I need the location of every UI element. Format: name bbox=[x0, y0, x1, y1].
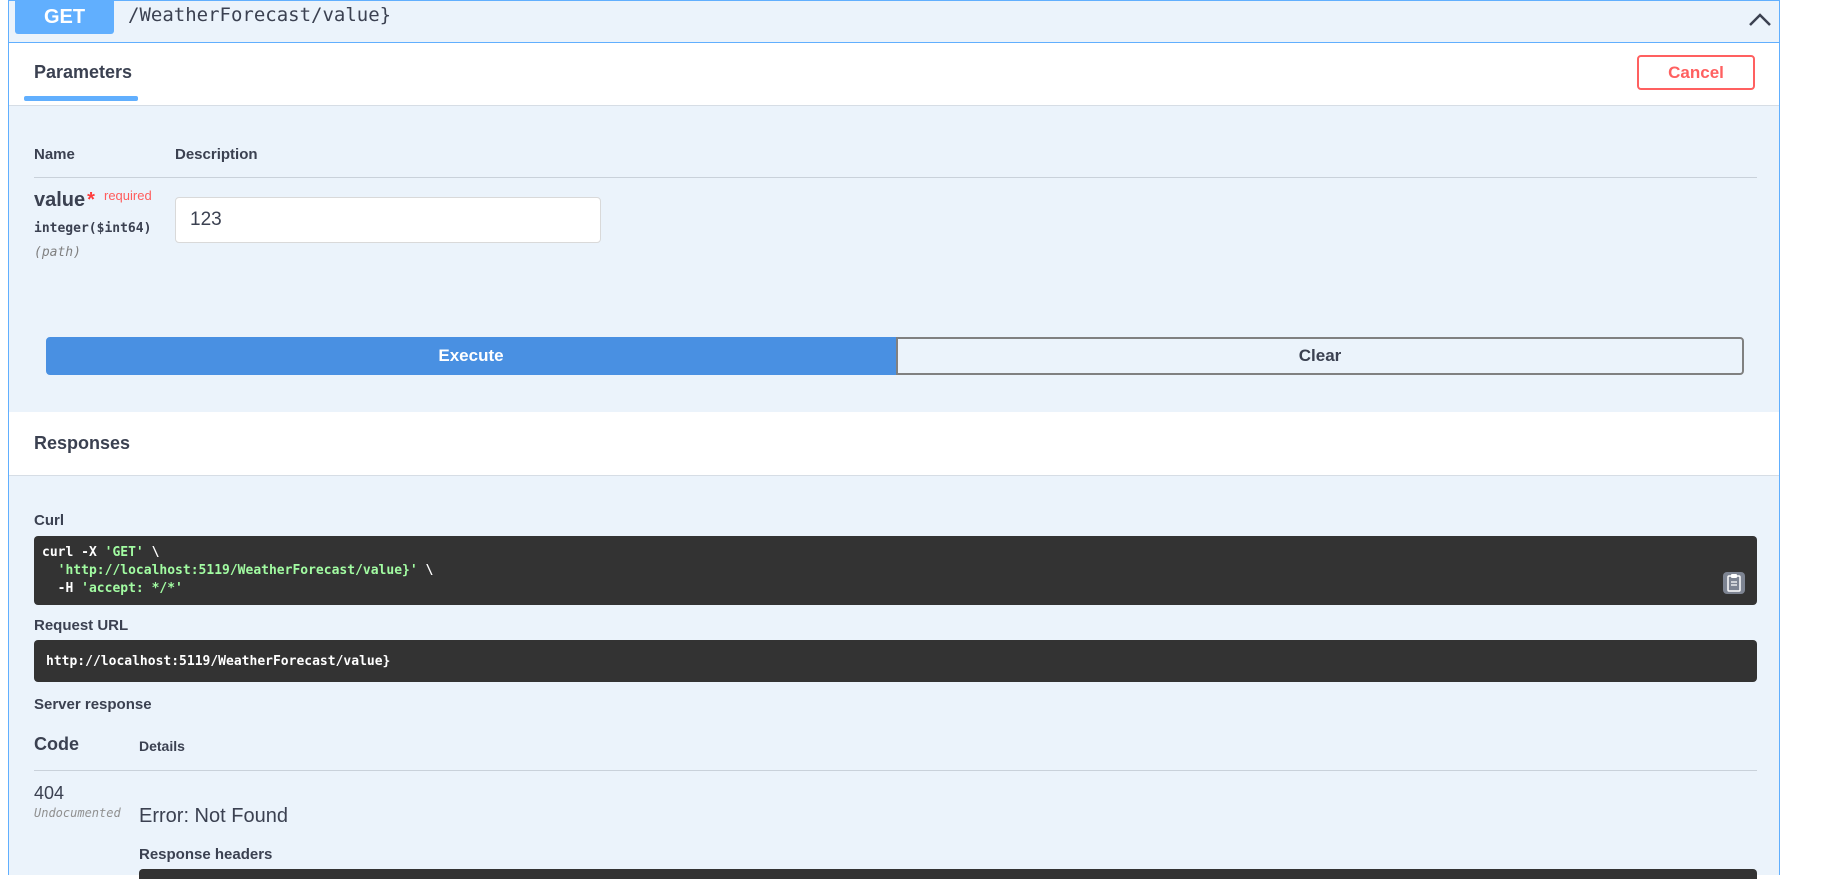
param-name: value * bbox=[34, 189, 95, 212]
page-scrollbar[interactable] bbox=[1782, 0, 1839, 875]
curl-line2-tail: \ bbox=[417, 563, 434, 578]
details-column-header: Details bbox=[139, 738, 185, 754]
responses-title: Responses bbox=[34, 433, 131, 453]
response-divider bbox=[34, 770, 1757, 771]
response-headers-block bbox=[139, 869, 1757, 879]
method-badge: GET bbox=[15, 1, 114, 34]
curl-line1-str: 'GET' bbox=[104, 545, 144, 560]
chevron-up-icon[interactable] bbox=[1745, 7, 1775, 31]
server-response-label: Server response bbox=[34, 696, 152, 713]
cancel-button[interactable]: Cancel bbox=[1637, 55, 1755, 90]
status-code: 404 bbox=[34, 783, 65, 803]
copy-to-clipboard-icon[interactable] bbox=[1723, 572, 1745, 594]
value-input[interactable] bbox=[175, 197, 601, 243]
param-location: (path) bbox=[34, 245, 81, 260]
responses-header: Responses bbox=[9, 412, 1779, 476]
execute-button[interactable]: Execute bbox=[46, 337, 896, 375]
curl-label: Curl bbox=[34, 512, 64, 529]
request-url: http://localhost:5119/WeatherForecast/va… bbox=[46, 654, 391, 669]
active-tab-indicator bbox=[24, 96, 138, 101]
curl-line2-str: 'http://localhost:5119/WeatherForecast/v… bbox=[57, 563, 418, 578]
status-note: Undocumented bbox=[34, 806, 121, 820]
code-column-header: Code bbox=[34, 734, 79, 754]
required-label: required bbox=[104, 188, 152, 203]
column-header-name: Name bbox=[34, 146, 75, 163]
clear-button[interactable]: Clear bbox=[896, 337, 1744, 375]
action-buttons: Execute Clear bbox=[46, 337, 1744, 375]
request-url-label: Request URL bbox=[34, 617, 129, 634]
curl-block[interactable]: curl -X 'GET' \ 'http://localhost:5119/W… bbox=[34, 536, 1757, 605]
param-name-text: value bbox=[34, 189, 86, 211]
curl-command: curl -X 'GET' \ 'http://localhost:5119/W… bbox=[42, 544, 433, 598]
required-star: * bbox=[87, 189, 95, 211]
param-type: integer($int64) bbox=[34, 221, 152, 236]
response-headers-label: Response headers bbox=[139, 846, 273, 863]
operation-block: GET /WeatherForecast/value} Parameters C… bbox=[8, 0, 1780, 879]
parameters-tabbar: Parameters Cancel bbox=[9, 43, 1779, 106]
curl-line3-cmd: -H bbox=[57, 581, 82, 596]
curl-line1-tail: \ bbox=[143, 545, 160, 560]
operation-summary[interactable]: GET /WeatherForecast/value} bbox=[9, 1, 1779, 43]
curl-line1-cmd: curl -X bbox=[42, 545, 105, 560]
params-divider bbox=[34, 177, 1757, 178]
tab-parameters[interactable]: Parameters bbox=[34, 62, 132, 83]
error-message: Error: Not Found bbox=[139, 805, 288, 827]
curl-line3-str: 'accept: */*' bbox=[81, 581, 183, 596]
request-url-block: http://localhost:5119/WeatherForecast/va… bbox=[34, 640, 1757, 682]
operation-path: /WeatherForecast/value} bbox=[128, 4, 392, 26]
column-header-description: Description bbox=[175, 146, 258, 163]
